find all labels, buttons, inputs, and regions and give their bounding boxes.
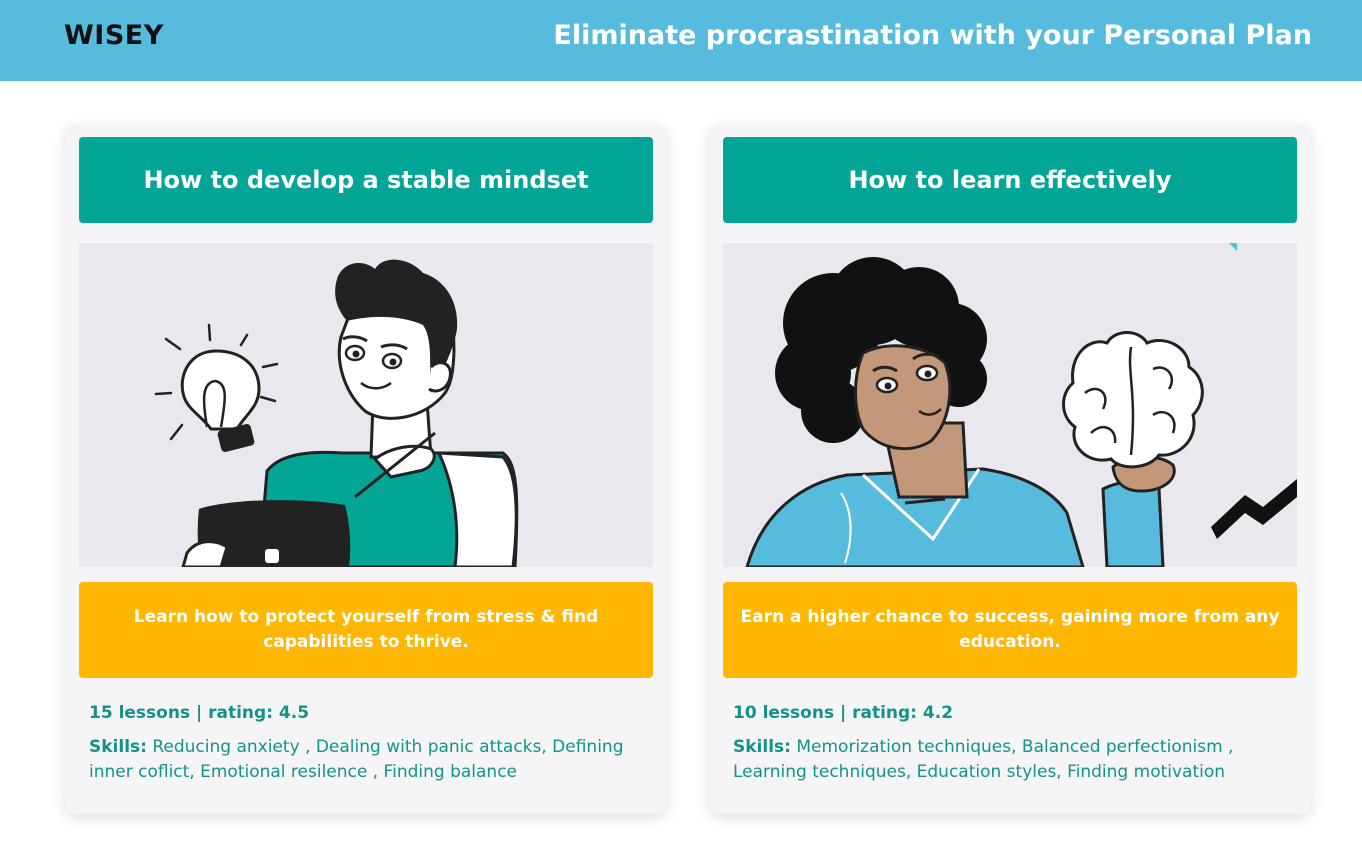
- page-headline: Eliminate procrastination with your Pers…: [553, 20, 1312, 51]
- course-lessons-rating: 10 lessons | rating: 4.2: [733, 703, 954, 723]
- course-title[interactable]: How to learn effectively: [723, 137, 1297, 223]
- skills-label: Skills:: [89, 737, 147, 757]
- course-title[interactable]: How to develop a stable mindset: [79, 137, 653, 223]
- course-skills: Skills: Reducing anxiety , Dealing with …: [89, 735, 649, 785]
- course-illustration-learning: [723, 243, 1297, 567]
- skills-list: Memorization techniques, Balanced perfec…: [733, 737, 1234, 782]
- course-illustration-mindset: [79, 243, 653, 567]
- header-bar: WISEY Eliminate procrastination with you…: [0, 0, 1362, 81]
- course-description: Learn how to protect yourself from stres…: [79, 582, 653, 678]
- skills-list: Reducing anxiety , Dealing with panic at…: [89, 737, 624, 782]
- course-lessons-rating: 15 lessons | rating: 4.5: [89, 703, 310, 723]
- course-card-mindset[interactable]: How to develop a stable mindset Learn ho…: [65, 124, 667, 814]
- course-skills: Skills: Memorization techniques, Balance…: [733, 735, 1293, 785]
- course-card-learning[interactable]: How to learn effectively Earn a higher c…: [709, 124, 1311, 814]
- skills-label: Skills:: [733, 737, 791, 757]
- course-description: Earn a higher chance to success, gaining…: [723, 582, 1297, 678]
- logo[interactable]: WISEY: [64, 20, 164, 51]
